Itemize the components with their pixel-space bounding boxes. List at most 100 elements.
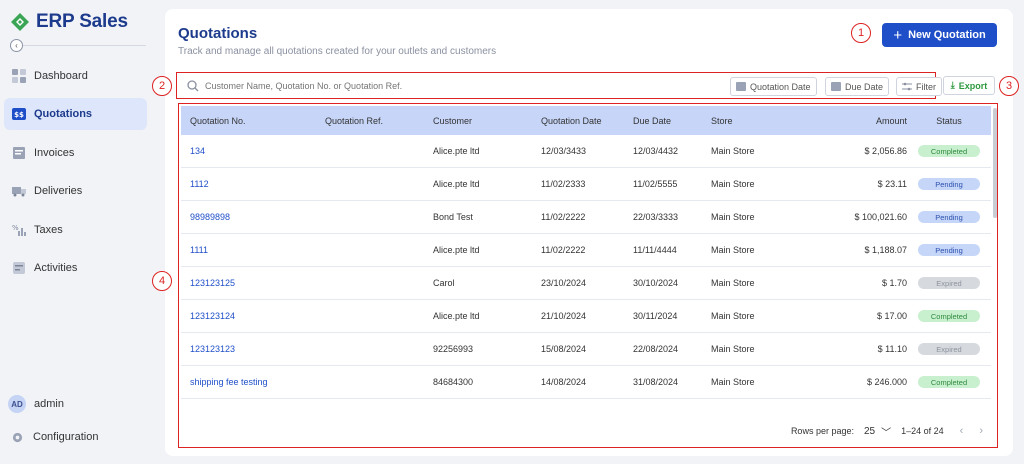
invoice-icon: [12, 146, 26, 160]
column-header[interactable]: Status: [907, 116, 991, 126]
search-input[interactable]: [205, 80, 705, 91]
quotation-date-cell: 14/08/2024: [541, 377, 587, 387]
dashboard-icon: [12, 69, 26, 83]
column-header[interactable]: Due Date: [633, 116, 711, 126]
status-cell: Pending: [907, 178, 991, 190]
previous-page-button[interactable]: ‹: [960, 425, 964, 437]
sidebar: ERP Sales ‹ Dashboard $$ Quotations Invo…: [0, 0, 153, 464]
quotation-icon: $$: [12, 107, 26, 121]
column-header[interactable]: Customer: [433, 116, 541, 126]
table-row[interactable]: 98989898 Bond Test 11/02/2222 22/03/3333 Mai…: [181, 201, 991, 234]
export-button[interactable]: ⤓ Export: [943, 76, 995, 95]
column-header[interactable]: Quotation Date: [541, 116, 633, 126]
due-date-cell: 11/02/5555: [633, 179, 678, 189]
column-header[interactable]: Amount: [831, 116, 907, 126]
new-quotation-label: New Quotation: [908, 29, 986, 41]
store-cell: Main Store: [711, 212, 755, 222]
plus-icon: +: [893, 26, 903, 44]
status-badge: Expired: [918, 343, 980, 355]
sidebar-item-activities[interactable]: Activities: [4, 252, 147, 284]
due-date-filter[interactable]: Due Date: [825, 77, 890, 96]
customer-cell: Alice.pte ltd: [433, 245, 480, 255]
quotation-number-link[interactable]: 123123125: [181, 278, 325, 288]
store-cell: Main Store: [711, 179, 755, 189]
chevron-left-icon: ‹: [15, 40, 18, 50]
sidebar-item-deliveries[interactable]: Deliveries: [4, 175, 147, 207]
filter-button[interactable]: Filter: [896, 77, 942, 96]
table-scrollbar[interactable]: [993, 108, 997, 218]
customer-cell: 92256993: [433, 344, 474, 354]
sidebar-item-quotations[interactable]: $$ Quotations: [4, 98, 147, 130]
page-title: Quotations: [178, 25, 258, 42]
next-page-button[interactable]: ›: [979, 425, 983, 437]
sidebar-item-label: Deliveries: [34, 185, 83, 197]
customer-cell: Alice.pte ltd: [433, 179, 480, 189]
sidebar-item-taxes[interactable]: % Taxes: [4, 214, 147, 246]
table-header: Quotation No. Quotation Ref. Customer Qu…: [181, 106, 991, 135]
table-row[interactable]: 123123125 Carol 23/10/2024 30/10/2024 Main S…: [181, 267, 991, 300]
user-menu[interactable]: AD admin: [8, 395, 64, 413]
store-cell: Main Store: [711, 278, 755, 288]
quotations-table: Quotation No. Quotation Ref. Customer Qu…: [178, 103, 998, 448]
amount-cell: $ 246.000: [866, 377, 907, 387]
export-label: Export: [958, 80, 988, 91]
sidebar-item-configuration[interactable]: Configuration: [12, 431, 98, 443]
table-row[interactable]: 1111 Alice.pte ltd 11/02/2222 11/11/4444 Mai…: [181, 234, 991, 267]
collapse-sidebar-button[interactable]: ‹: [10, 39, 23, 52]
search-field[interactable]: [181, 75, 732, 96]
chevron-down-icon: ﹀: [881, 427, 892, 439]
activity-icon: [12, 261, 26, 275]
table-row[interactable]: shipping fee testing 84684300 14/08/2024 31…: [181, 366, 991, 399]
sidebar-item-dashboard[interactable]: Dashboard: [4, 60, 147, 92]
sidebar-item-label: Quotations: [34, 108, 93, 120]
quotation-date-cell: 12/03/3433: [541, 146, 587, 156]
rows-per-page-value: 25: [863, 425, 876, 437]
quotation-number-link[interactable]: 98989898: [181, 212, 325, 222]
svg-text:%: %: [12, 224, 19, 232]
sidebar-divider: [22, 45, 146, 46]
brand[interactable]: ERP Sales: [10, 9, 128, 35]
annotation-marker-4: 4: [152, 271, 172, 291]
quotation-number-link[interactable]: 123123123: [181, 344, 325, 354]
due-date-label: Due Date: [845, 81, 884, 92]
download-icon: ⤓: [950, 80, 955, 90]
due-date-cell: 12/03/4432: [633, 146, 679, 156]
status-cell: Expired: [907, 277, 991, 289]
new-quotation-button[interactable]: + New Quotation: [882, 23, 997, 47]
quotation-number-link[interactable]: 123123124: [181, 311, 325, 321]
quotation-date-filter[interactable]: Quotation Date: [730, 77, 817, 96]
amount-cell: $ 2,056.86: [864, 146, 907, 156]
table-row[interactable]: 134 Alice.pte ltd 12/03/3433 12/03/4432 Main…: [181, 135, 991, 168]
status-cell: Completed: [907, 145, 991, 157]
filter-label: Filter: [916, 81, 936, 92]
due-date-cell: 11/11/4444: [633, 245, 677, 255]
amount-cell: $ 17.00: [876, 311, 907, 321]
column-header[interactable]: Store: [711, 116, 831, 126]
store-cell: Main Store: [711, 344, 755, 354]
main-card: Quotations Track and manage all quotatio…: [152, 9, 1019, 456]
quotation-number-link[interactable]: 1112: [181, 179, 325, 189]
table-row[interactable]: 1112 Alice.pte ltd 11/02/2333 11/02/5555 Mai…: [181, 168, 991, 201]
quotation-number-link[interactable]: shipping fee testing: [181, 377, 325, 387]
sidebar-item-invoices[interactable]: Invoices: [4, 137, 147, 169]
due-date-cell: 22/08/2024: [633, 344, 679, 354]
rows-per-page-select[interactable]: 25 ﹀: [864, 424, 891, 439]
table-pagination: Rows per page: 25 ﹀ 1–24 of 24 ‹ ›: [181, 416, 993, 446]
sliders-icon: [902, 82, 912, 91]
table-row[interactable]: 123123123 92256993 15/08/2024 22/08/2024 Mai…: [181, 333, 991, 366]
customer-cell: Bond Test: [433, 212, 473, 222]
annotation-marker-2: 2: [152, 76, 172, 96]
column-header[interactable]: Quotation Ref.: [325, 116, 433, 126]
annotation-marker-1: 1: [851, 23, 871, 43]
quotation-number-link[interactable]: 1111: [181, 245, 325, 255]
column-header[interactable]: Quotation No.: [181, 116, 325, 126]
quotation-number-link[interactable]: 134: [181, 146, 325, 156]
status-badge: Completed: [918, 145, 980, 157]
avatar: AD: [8, 395, 26, 413]
amount-cell: $ 23.11: [877, 179, 907, 189]
status-badge: Pending: [918, 211, 980, 223]
configuration-label: Configuration: [33, 431, 99, 443]
customer-cell: Alice.pte ltd: [433, 146, 480, 156]
table-row[interactable]: 123123124 Alice.pte ltd 21/10/2024 30/11/20…: [181, 300, 991, 333]
calendar-icon: [831, 82, 841, 91]
